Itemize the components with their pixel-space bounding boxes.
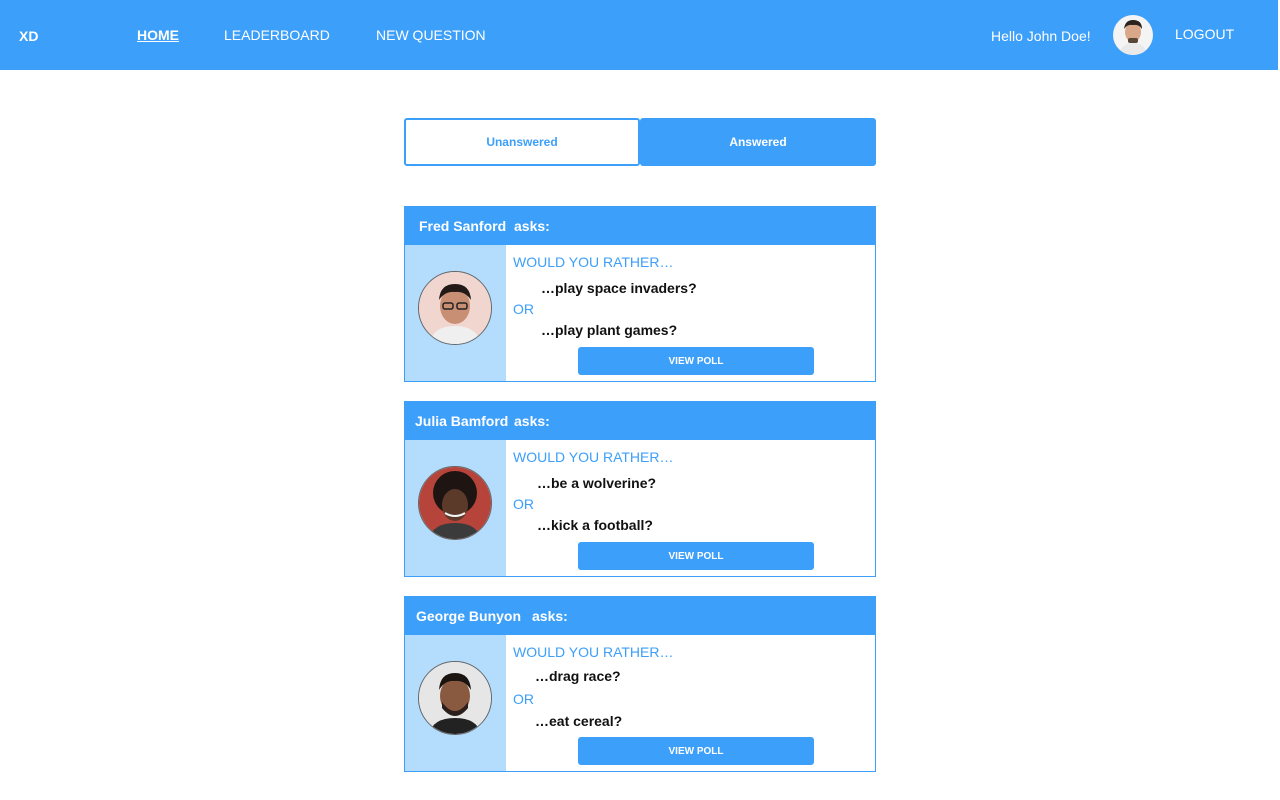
avatar-icon <box>419 467 491 539</box>
poll-prompt: WOULD YOU RATHER… <box>513 449 674 465</box>
nav-leaderboard[interactable]: LEADERBOARD <box>224 27 330 43</box>
author-avatar <box>418 466 492 540</box>
view-poll-button[interactable]: VIEW POLL <box>578 347 814 375</box>
poll-or-label: OR <box>513 691 534 707</box>
tab-unanswered[interactable]: Unanswered <box>404 118 640 166</box>
brand-logo[interactable]: XD <box>19 28 38 44</box>
poll-option-two: …play plant games? <box>541 322 678 338</box>
author-avatar <box>418 661 492 735</box>
poll-option-one: …drag race? <box>535 668 621 684</box>
poll-asks-label: asks: <box>532 608 568 624</box>
avatar-icon <box>419 662 491 734</box>
poll-author: Fred Sanford <box>419 218 507 234</box>
poll-or-label: OR <box>513 301 534 317</box>
navbar: XD HOME LEADERBOARD NEW QUESTION Hello J… <box>0 0 1278 70</box>
user-avatar <box>1113 15 1153 55</box>
poll-avatar-panel <box>405 635 506 771</box>
poll-card-header: George Bunyon asks: <box>405 597 875 635</box>
poll-card: Julia Bamford asks: WOULD YOU RATHER… …b… <box>404 401 876 577</box>
question-tabs: Unanswered Answered <box>404 118 876 166</box>
poll-author: Julia Bamford <box>415 413 509 429</box>
poll-prompt: WOULD YOU RATHER… <box>513 254 674 270</box>
poll-prompt: WOULD YOU RATHER… <box>513 644 674 660</box>
poll-option-one: …be a wolverine? <box>537 475 657 491</box>
poll-option-two: …eat cereal? <box>535 713 623 729</box>
poll-avatar-panel <box>405 245 506 381</box>
poll-author: George Bunyon <box>416 608 522 624</box>
tab-answered[interactable]: Answered <box>640 118 876 166</box>
view-poll-button[interactable]: VIEW POLL <box>578 542 814 570</box>
avatar-icon <box>419 272 491 344</box>
nav-new-question[interactable]: NEW QUESTION <box>376 27 486 43</box>
poll-card: Fred Sanford asks: WOULD YOU RATHER… …pl… <box>404 206 876 382</box>
poll-card: George Bunyon asks: WOULD YOU RATHER… …d… <box>404 596 876 772</box>
view-poll-button[interactable]: VIEW POLL <box>578 737 814 765</box>
poll-asks-label: asks: <box>514 218 550 234</box>
logout-link[interactable]: LOGOUT <box>1175 26 1234 42</box>
poll-option-one: …play space invaders? <box>541 280 697 296</box>
user-greeting: Hello John Doe! <box>991 28 1091 44</box>
poll-asks-label: asks: <box>514 413 550 429</box>
poll-option-two: …kick a football? <box>537 517 653 533</box>
author-avatar <box>418 271 492 345</box>
nav-home[interactable]: HOME <box>137 27 179 43</box>
poll-avatar-panel <box>405 440 506 576</box>
poll-or-label: OR <box>513 496 534 512</box>
poll-card-header: Fred Sanford asks: <box>405 207 875 245</box>
user-avatar-icon <box>1113 15 1153 55</box>
poll-card-header: Julia Bamford asks: <box>405 402 875 440</box>
